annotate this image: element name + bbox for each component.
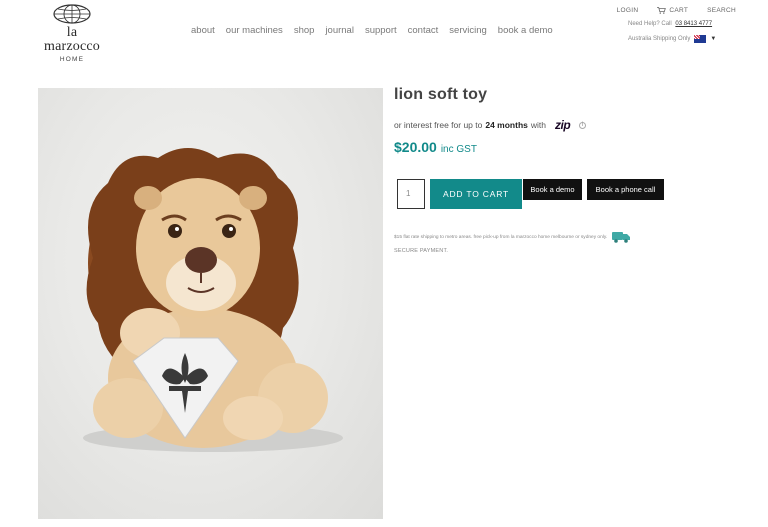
cart-label: CART bbox=[669, 7, 689, 14]
finance-prefix: or interest free for up to bbox=[394, 120, 483, 130]
finance-with: with bbox=[530, 120, 546, 130]
shipping-region-label: Australia Shipping Only bbox=[628, 36, 691, 42]
quantity-input[interactable]: 1 bbox=[397, 179, 425, 209]
price-tax: inc GST bbox=[440, 144, 477, 155]
cart-icon bbox=[657, 7, 667, 14]
search-link[interactable]: SEARCH bbox=[707, 7, 736, 14]
search-label: SEARCH bbox=[707, 7, 736, 14]
utility-nav: LOGIN CART SEARCH bbox=[617, 7, 736, 14]
login-label: LOGIN bbox=[616, 7, 639, 14]
finance-offer: or interest free for up to 24 months wit… bbox=[394, 117, 587, 132]
nav-servicing[interactable]: servicing bbox=[449, 25, 487, 36]
zip-logo: zip bbox=[555, 117, 571, 132]
login-link[interactable]: LOGIN bbox=[617, 7, 639, 14]
chevron-down-icon: ▼ bbox=[710, 36, 717, 42]
nav-book-a-demo[interactable]: book a demo bbox=[498, 25, 553, 36]
logo-sub: HOME bbox=[59, 56, 85, 63]
secure-payment-note: SECURE PAYMENT. bbox=[394, 248, 449, 254]
nav-our-machines[interactable]: our machines bbox=[226, 25, 283, 36]
finance-term: 24 months bbox=[485, 120, 528, 130]
nav-contact[interactable]: contact bbox=[408, 25, 439, 36]
logo-brand: la marzocco bbox=[43, 25, 100, 54]
price-amount: $20.00 bbox=[394, 139, 437, 155]
book-demo-button[interactable]: Book a demo bbox=[523, 179, 582, 200]
shipping-note: $15 flat rate shipping to metro areas. f… bbox=[394, 231, 631, 243]
lion-plush-image bbox=[83, 148, 343, 452]
shipping-note-text: $15 flat rate shipping to metro areas. f… bbox=[394, 234, 608, 240]
book-phone-call-button[interactable]: Book a phone call bbox=[587, 179, 664, 200]
product-price: $20.00 inc GST bbox=[394, 139, 477, 155]
site-logo[interactable]: la marzocco HOME bbox=[38, 3, 106, 63]
phone-link[interactable]: 03 8413 4777 bbox=[675, 21, 712, 27]
globe-icon bbox=[53, 4, 91, 24]
help-line: Need Help? Call 03 8413 4777 bbox=[628, 21, 712, 27]
nav-support[interactable]: support bbox=[365, 25, 397, 36]
australia-flag-icon bbox=[694, 35, 707, 43]
info-icon[interactable]: i bbox=[579, 121, 587, 129]
nav-shop[interactable]: shop bbox=[294, 25, 315, 36]
main-nav: about our machines shop journal support … bbox=[191, 25, 553, 36]
product-title: lion soft toy bbox=[394, 86, 488, 103]
nav-journal[interactable]: journal bbox=[325, 25, 354, 36]
nav-about[interactable]: about bbox=[191, 25, 215, 36]
shipping-region-selector[interactable]: Australia Shipping Only ▼ bbox=[628, 35, 716, 43]
cart-link[interactable]: CART bbox=[657, 7, 688, 14]
product-image[interactable] bbox=[38, 88, 383, 519]
delivery-truck-icon bbox=[612, 232, 631, 243]
add-to-cart-button[interactable]: ADD TO CART bbox=[430, 179, 522, 209]
help-text: Need Help? Call bbox=[628, 21, 672, 27]
